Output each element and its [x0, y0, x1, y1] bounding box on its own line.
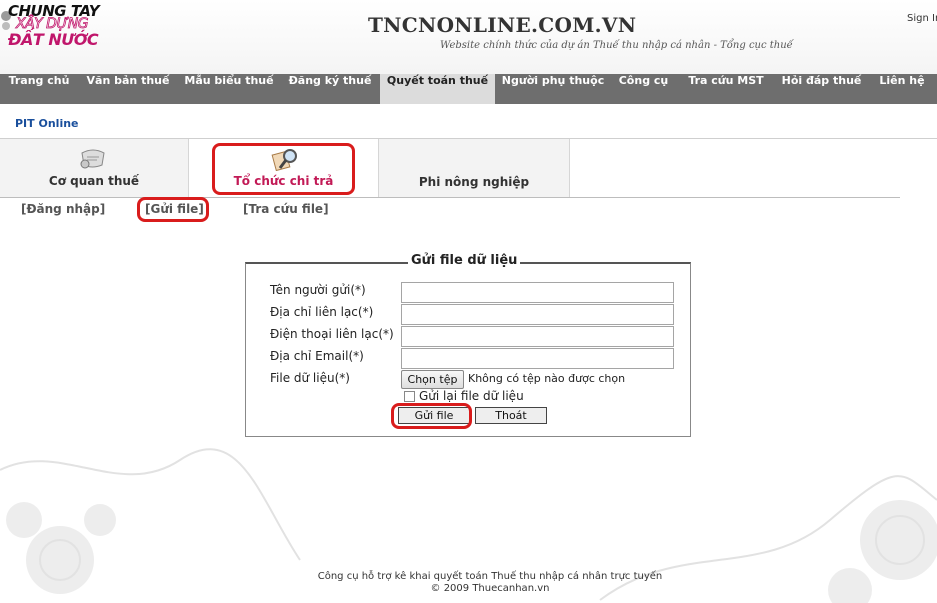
contact-address-input[interactable] [401, 304, 674, 325]
contact-phone-label: Điện thoại liên lạc(*) [270, 327, 394, 341]
highlight-send-file-link [137, 197, 209, 222]
nav-item-tax-faq[interactable]: Hỏi đáp thuế [776, 74, 867, 104]
site-subtitle: Website chính thức của dự án Thuế thu nh… [440, 40, 793, 51]
contact-phone-input[interactable] [401, 326, 674, 347]
nav-item-mst-lookup[interactable]: Tra cứu MST [676, 74, 776, 104]
nav-item-contact[interactable]: Liên hệ [867, 74, 937, 104]
resend-file-checkbox[interactable] [404, 391, 415, 402]
contact-address-label: Địa chỉ liên lạc(*) [270, 305, 374, 319]
resend-file-label: Gửi lại file dữ liệu [419, 389, 524, 403]
email-input[interactable] [401, 348, 674, 369]
tab-tax-authority[interactable]: Cơ quan thuế [0, 139, 189, 198]
nav-item-tax-registration[interactable]: Đăng ký thuế [280, 74, 380, 104]
signin-link[interactable]: Sign In [907, 13, 937, 24]
site-logo[interactable]: CHUNG TAY XÂY DỰNG ĐẤT NƯỚC [0, 2, 110, 64]
sender-name-label: Tên người gửi(*) [270, 283, 366, 297]
tab-tax-authority-label: Cơ quan thuế [48, 174, 140, 188]
choose-file-button[interactable]: Chọn tệp [401, 370, 464, 389]
tab-non-agricultural-label: Phi nông nghiệp [418, 175, 530, 189]
nav-item-tax-finalization[interactable]: Quyết toán thuế [380, 74, 495, 104]
lookup-file-link[interactable]: [Tra cứu file] [243, 202, 329, 216]
exit-button[interactable]: Thoát [475, 407, 547, 424]
scroll-icon [80, 149, 105, 169]
nav-item-home[interactable]: Trang chủ [0, 74, 78, 104]
sender-name-input[interactable] [401, 282, 674, 303]
nav-item-tax-documents[interactable]: Văn bản thuế [78, 74, 178, 104]
form-legend: Gửi file dữ liệu [408, 253, 521, 268]
email-label: Địa chỉ Email(*) [270, 349, 364, 363]
site-title: TNCNONLINE.COM.VN [368, 13, 637, 37]
tab-bottom-divider [0, 197, 900, 198]
nav-item-tax-forms[interactable]: Mẫu biểu thuế [178, 74, 280, 104]
highlight-send-file-button [391, 403, 472, 429]
data-file-label: File dữ liệu(*) [270, 371, 350, 385]
highlight-paying-organization [212, 143, 355, 195]
pit-online-link[interactable]: PIT Online [15, 117, 79, 130]
nav-item-tools[interactable]: Công cụ [611, 74, 676, 104]
nav-item-dependents[interactable]: Người phụ thuộc [495, 74, 611, 104]
site-header: CHUNG TAY XÂY DỰNG ĐẤT NƯỚC TNCNONLINE.C… [0, 0, 937, 74]
login-link[interactable]: [Đăng nhập] [21, 202, 105, 216]
footer-copyright: © 2009 Thuecanhan.vn [430, 583, 550, 594]
logo-line3: ĐẤT NƯỚC [8, 30, 99, 49]
footer-description: Công cụ hỗ trợ kê khai quyết toán Thuế t… [317, 571, 663, 582]
main-nav: Trang chủ Văn bản thuế Mẫu biểu thuế Đăn… [0, 74, 937, 104]
no-file-chosen-text: Không có tệp nào được chọn [468, 372, 626, 385]
tab-non-agricultural[interactable]: Phi nông nghiệp [379, 139, 570, 198]
